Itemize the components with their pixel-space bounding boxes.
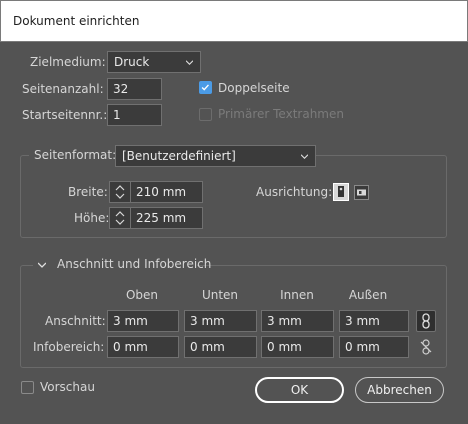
bleed-slug-header-label: Anschnitt und Infobereich	[57, 257, 212, 271]
cancel-button[interactable]: Abbrechen	[355, 377, 444, 403]
page-size-label: Seitenformat:	[29, 148, 122, 162]
column-inside: Innen	[280, 288, 314, 302]
bleed-slug-header[interactable]: Anschnitt und Infobereich	[33, 256, 211, 274]
checkmark-icon	[201, 84, 209, 91]
slug-top-input[interactable]: 0 mm	[107, 336, 179, 358]
slug-label: Infobereich:	[33, 340, 105, 354]
chevron-down-icon	[301, 154, 308, 160]
facing-pages-label: Doppelseite	[218, 81, 290, 95]
bleed-label: Anschnitt:	[45, 314, 106, 328]
landscape-orientation-button[interactable]	[354, 185, 369, 200]
bleed-bottom-input[interactable]: 3 mm	[184, 310, 257, 332]
preview-label: Vorschau	[40, 380, 95, 394]
start-page-label: Startseitennr.:	[22, 108, 108, 122]
target-dropdown[interactable]: Druck	[107, 51, 201, 73]
up-down-arrows-icon	[115, 211, 125, 225]
portrait-orientation-button[interactable]	[333, 183, 349, 201]
page-size-value: [Benutzerdefiniert]	[122, 149, 236, 163]
bleed-inside-input[interactable]: 3 mm	[261, 310, 334, 332]
column-outside: Außen	[348, 288, 388, 302]
height-input[interactable]: 225 mm	[130, 207, 203, 229]
page-size-dropdown[interactable]: [Benutzerdefiniert]	[115, 145, 316, 167]
column-bottom: Unten	[201, 288, 239, 302]
landscape-icon	[357, 189, 366, 196]
bleed-link-button[interactable]	[416, 310, 436, 332]
height-stepper[interactable]	[109, 207, 131, 229]
portrait-icon	[338, 186, 344, 197]
slug-bottom-input[interactable]: 0 mm	[184, 336, 257, 358]
pages-label: Seitenanzahl:	[22, 82, 104, 96]
up-down-arrows-icon	[115, 185, 125, 199]
slug-link-button[interactable]	[416, 336, 436, 358]
primary-text-frame-label: Primärer Textrahmen	[218, 107, 344, 121]
height-label: Höhe:	[74, 211, 110, 225]
width-label: Breite:	[68, 185, 108, 199]
broken-chain-link-icon	[420, 339, 432, 355]
title-bar: Dokument einrichten	[0, 0, 468, 42]
slug-inside-input[interactable]: 0 mm	[261, 336, 334, 358]
window-title: Dokument einrichten	[13, 14, 140, 28]
chevron-down-icon	[186, 60, 193, 66]
width-stepper[interactable]	[109, 181, 131, 203]
target-label: Zielmedium:	[30, 55, 106, 69]
bleed-top-input[interactable]: 3 mm	[107, 310, 179, 332]
preview-checkbox[interactable]	[21, 381, 34, 394]
slug-outside-input[interactable]: 0 mm	[339, 336, 409, 358]
chain-link-icon	[422, 313, 430, 329]
pages-input[interactable]: 32	[107, 78, 162, 100]
target-value: Druck	[114, 55, 150, 69]
facing-pages-checkbox[interactable]	[199, 81, 212, 94]
start-page-input[interactable]: 1	[107, 104, 162, 126]
width-input[interactable]: 210 mm	[130, 181, 203, 203]
orientation-label: Ausrichtung:	[256, 185, 333, 199]
bleed-outside-input[interactable]: 3 mm	[339, 310, 409, 332]
ok-button[interactable]: OK	[255, 377, 344, 403]
primary-text-frame-checkbox[interactable]	[199, 108, 212, 121]
chevron-down-icon	[38, 262, 46, 268]
column-top: Oben	[125, 288, 159, 302]
